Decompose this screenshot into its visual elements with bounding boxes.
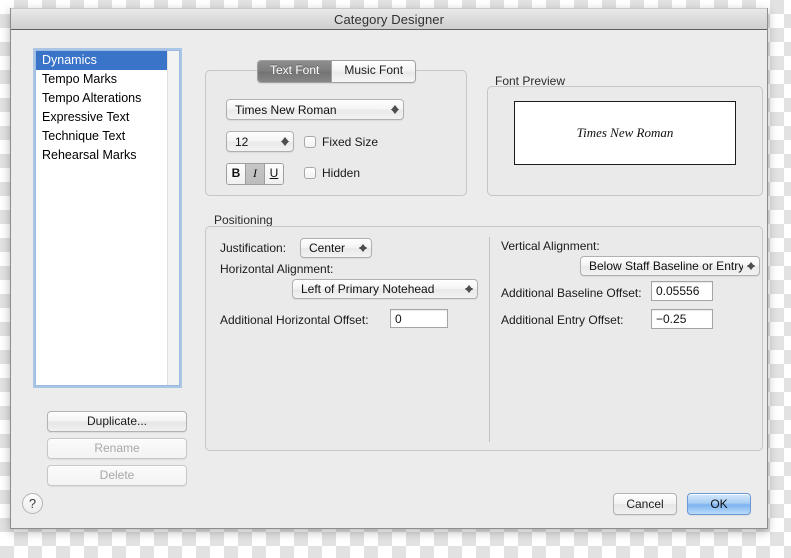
tab-text-font[interactable]: Text Font <box>258 61 332 82</box>
checkbox-box-icon <box>304 136 316 148</box>
font-group-box: Text Font Music Font Times New Roman 12 … <box>205 60 467 196</box>
font-family-select[interactable]: Times New Roman <box>226 99 404 120</box>
category-list[interactable]: Dynamics Tempo Marks Tempo Alterations E… <box>35 50 180 386</box>
vertical-alignment-select[interactable]: Below Staff Baseline or Entry <box>580 256 760 276</box>
underline-button[interactable]: U <box>264 164 283 184</box>
hidden-label: Hidden <box>322 166 361 180</box>
list-item-tempo-alterations[interactable]: Tempo Alterations <box>36 89 167 108</box>
duplicate-button[interactable]: Duplicate... <box>47 411 187 432</box>
hidden-checkbox[interactable]: Hidden <box>304 166 360 180</box>
category-list-scrollbar[interactable] <box>167 51 179 385</box>
tab-music-font[interactable]: Music Font <box>331 61 416 82</box>
list-item-expressive-text[interactable]: Expressive Text <box>36 108 167 127</box>
vertical-alignment-label: Vertical Alignment: <box>501 239 600 253</box>
font-size-value: 12 <box>235 134 249 149</box>
font-preview-group-box: Times New Roman <box>487 86 763 196</box>
baseline-offset-input[interactable]: 0.05556 <box>651 281 713 301</box>
list-item-dynamics[interactable]: Dynamics <box>36 51 167 70</box>
cancel-button[interactable]: Cancel <box>613 493 677 515</box>
chevron-updown-icon <box>461 280 477 298</box>
vertical-alignment-value: Below Staff Baseline or Entry <box>589 259 743 273</box>
fixed-size-label: Fixed Size <box>322 135 379 149</box>
bold-button[interactable]: B <box>227 164 245 184</box>
checkbox-box-icon <box>304 167 316 179</box>
horizontal-alignment-label: Horizontal Alignment: <box>220 262 334 276</box>
horizontal-offset-label: Additional Horizontal Offset: <box>220 313 369 327</box>
entry-offset-label: Additional Entry Offset: <box>501 313 624 327</box>
fixed-size-checkbox[interactable]: Fixed Size <box>304 135 378 149</box>
horizontal-offset-input[interactable]: 0 <box>390 309 448 328</box>
window-title: Category Designer <box>333 11 445 27</box>
ok-button[interactable]: OK <box>687 493 751 515</box>
list-item-rehearsal-marks[interactable]: Rehearsal Marks <box>36 146 167 165</box>
justification-value: Center <box>309 241 346 255</box>
horizontal-alignment-select[interactable]: Left of Primary Notehead <box>292 279 478 299</box>
category-designer-window: Category Designer Dynamics Tempo Marks T… <box>10 8 768 529</box>
font-preview-frame: Times New Roman <box>514 101 736 165</box>
chevron-updown-icon <box>743 257 759 275</box>
help-button[interactable]: ? <box>22 493 43 514</box>
justification-label: Justification: <box>220 241 287 255</box>
delete-button[interactable]: Delete <box>47 465 187 486</box>
list-item-technique-text[interactable]: Technique Text <box>36 127 167 146</box>
entry-offset-input[interactable]: −0.25 <box>651 309 713 329</box>
chevron-updown-icon <box>355 239 371 257</box>
font-family-value: Times New Roman <box>235 102 337 117</box>
window-content: Dynamics Tempo Marks Tempo Alterations E… <box>11 30 767 528</box>
font-size-select[interactable]: 12 <box>226 131 294 152</box>
chevron-updown-icon <box>387 100 403 119</box>
positioning-label: Positioning <box>214 213 273 227</box>
font-preview-sample: Times New Roman <box>576 125 674 140</box>
horizontal-alignment-value: Left of Primary Notehead <box>301 282 435 296</box>
window-titlebar: Category Designer <box>11 8 767 30</box>
baseline-offset-label: Additional Baseline Offset: <box>501 286 642 300</box>
positioning-divider <box>489 237 490 442</box>
rename-button[interactable]: Rename <box>47 438 187 459</box>
font-type-tabs: Text Font Music Font <box>257 60 417 83</box>
positioning-group-box: Justification: Center Horizontal Alignme… <box>205 226 763 451</box>
justification-select[interactable]: Center <box>300 238 372 258</box>
category-list-scroll: Dynamics Tempo Marks Tempo Alterations E… <box>36 51 167 385</box>
italic-button[interactable]: I <box>245 164 264 184</box>
chevron-updown-icon <box>277 132 293 151</box>
list-item-tempo-marks[interactable]: Tempo Marks <box>36 70 167 89</box>
font-style-buttons: B I U <box>226 163 284 185</box>
